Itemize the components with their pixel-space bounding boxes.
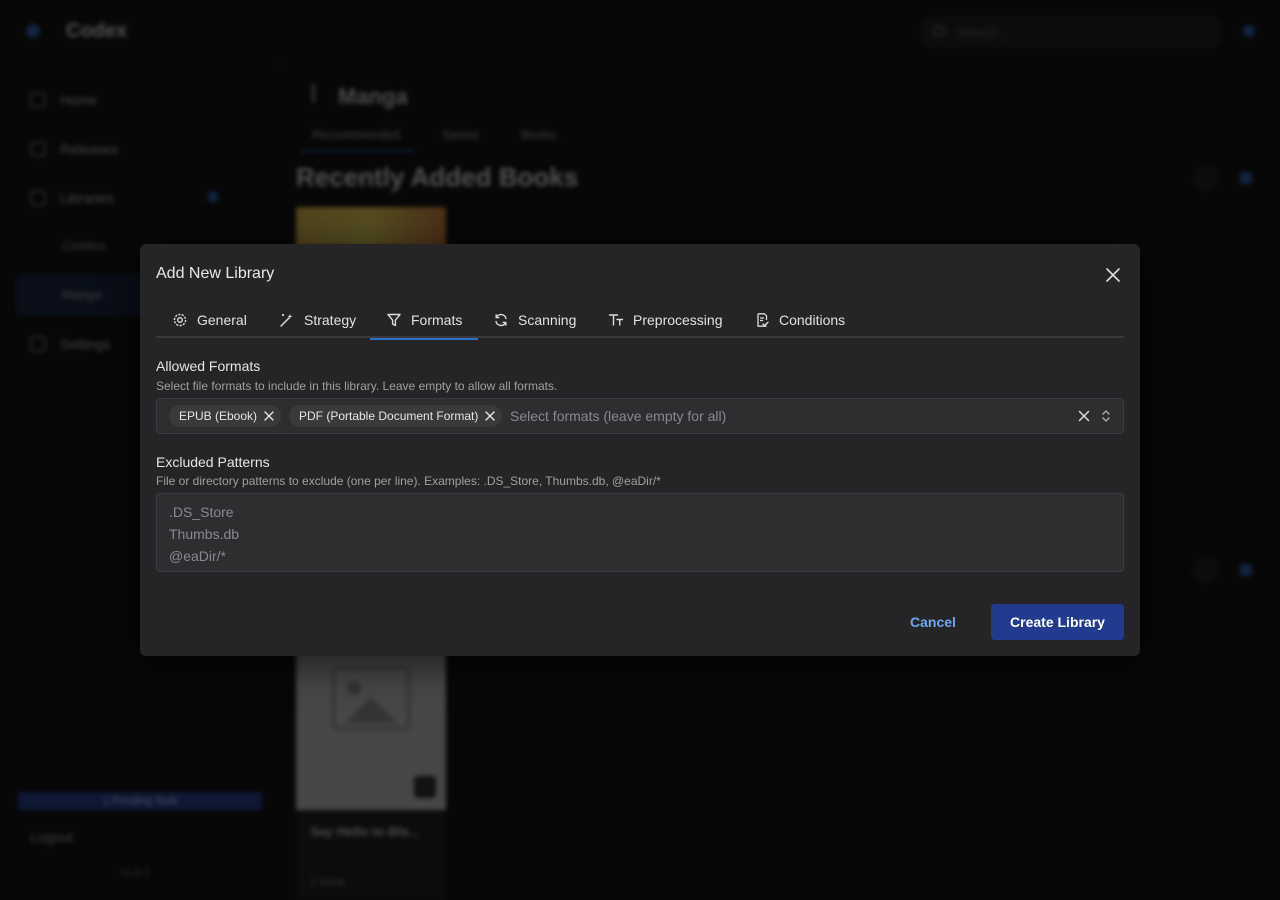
excluded-patterns-description: File or directory patterns to exclude (o… bbox=[156, 474, 661, 488]
format-chip: EPUB (Ebook) bbox=[169, 405, 282, 427]
tab-label: Scanning bbox=[518, 312, 577, 328]
cancel-button[interactable]: Cancel bbox=[894, 604, 972, 640]
add-library-dialog: Add New Library General Strategy Formats… bbox=[140, 244, 1140, 656]
create-library-button[interactable]: Create Library bbox=[991, 604, 1124, 640]
dialog-title: Add New Library bbox=[156, 265, 275, 282]
tab-strategy[interactable]: Strategy bbox=[263, 302, 372, 338]
formats-placeholder[interactable]: Select formats (leave empty for all) bbox=[510, 408, 726, 424]
tab-preprocessing[interactable]: Preprocessing bbox=[592, 302, 739, 338]
tab-general[interactable]: General bbox=[156, 302, 263, 338]
tab-label: Formats bbox=[411, 312, 463, 328]
tab-label: Strategy bbox=[304, 312, 357, 328]
format-chip-label: EPUB (Ebook) bbox=[179, 409, 258, 423]
text-size-icon bbox=[608, 314, 624, 326]
excluded-patterns-label: Excluded Patterns bbox=[156, 454, 270, 470]
placeholder-line: .DS_Store bbox=[169, 504, 234, 520]
chevron-up-down-icon[interactable] bbox=[1100, 408, 1112, 424]
close-icon bbox=[264, 411, 274, 421]
magic-wand-icon bbox=[280, 314, 293, 327]
tab-label: Preprocessing bbox=[633, 312, 723, 328]
close-button[interactable] bbox=[1102, 264, 1124, 286]
format-chip: PDF (Portable Document Format) bbox=[289, 405, 503, 427]
excluded-patterns-textarea[interactable]: .DS_Store Thumbs.db @eaDir/* bbox=[156, 493, 1124, 572]
filter-icon bbox=[387, 313, 401, 327]
allowed-formats-description: Select file formats to include in this l… bbox=[156, 379, 558, 393]
remove-chip-button[interactable] bbox=[484, 410, 496, 422]
allowed-formats-label: Allowed Formats bbox=[156, 358, 261, 374]
tab-conditions[interactable]: Conditions bbox=[738, 302, 861, 338]
tab-scanning[interactable]: Scanning bbox=[477, 302, 592, 338]
placeholder-line: Thumbs.db bbox=[169, 526, 240, 542]
remove-chip-button[interactable] bbox=[263, 410, 275, 422]
tab-label: General bbox=[197, 312, 247, 328]
placeholder-line: @eaDir/* bbox=[169, 548, 227, 564]
formats-multiselect[interactable]: EPUB (Ebook) PDF (Portable Document Form… bbox=[156, 398, 1124, 434]
clear-selection-icon[interactable] bbox=[1077, 409, 1091, 423]
gear-icon bbox=[173, 313, 187, 327]
dialog-tabs: General Strategy Formats Scanning Prepro… bbox=[156, 302, 1124, 340]
tab-label: Conditions bbox=[779, 312, 846, 328]
close-icon bbox=[485, 411, 496, 421]
tab-formats[interactable]: Formats bbox=[370, 302, 479, 340]
document-check-icon bbox=[757, 313, 769, 327]
format-chip-label: PDF (Portable Document Format) bbox=[299, 409, 479, 423]
close-icon bbox=[1106, 268, 1120, 282]
refresh-icon bbox=[495, 313, 507, 327]
